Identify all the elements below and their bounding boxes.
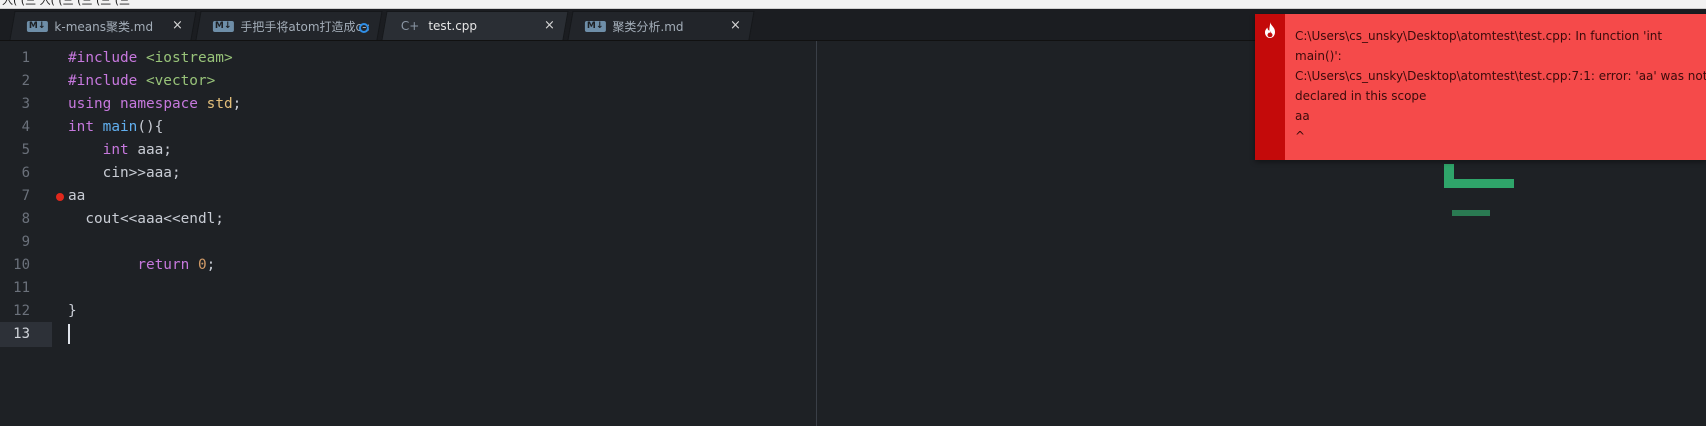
code-line[interactable]: #include <vector> [68,69,215,94]
markdown-icon: M↓ [212,20,234,32]
modified-indicator-icon[interactable] [358,23,369,33]
code-token: std [206,96,233,112]
minimap-block [1444,179,1514,188]
tab-atom-guide[interactable]: M↓ 手把手将atom打造成c-c... [195,11,383,40]
code-token: using [68,96,112,112]
code-token: main [102,119,138,135]
code-token: int [68,119,94,135]
code-line[interactable]: int aaa; [68,138,172,163]
tab-title: 聚类分析.md [612,19,684,34]
code-token: #include [68,50,138,66]
code-token: ; [232,96,242,112]
notification-line: declared in this scope [1295,89,1427,103]
notification-line: C:\Users\cs_unsky\Desktop\atomtest\test.… [1295,69,1706,83]
code-token: #include [68,73,138,89]
code-token: } [68,303,77,319]
code-token: <vector> [145,73,216,89]
notification-line: main()': [1295,49,1342,63]
close-icon[interactable]: × [730,18,741,33]
tab-title: 手把手将atom打造成c-c... [240,19,369,34]
code-token: cout<<aaa<<endl; [68,211,224,227]
code-token: cin>>aaa; [68,165,181,181]
tab-test-cpp[interactable]: C+ test.cpp × [381,11,569,40]
code-line[interactable]: cin>>aaa; [68,161,181,186]
minimap-block [1452,210,1490,216]
line-number[interactable]: 11 [0,276,30,301]
line-number[interactable]: 1 [0,46,30,71]
code-line[interactable]: } [68,299,77,324]
code-line[interactable]: using namespace std; [68,92,241,117]
notification-line: ^ [1295,129,1306,143]
code-token: return [137,257,190,273]
code-token: <iostream> [145,50,233,66]
code-token: aa [68,188,86,204]
cpp-file-icon: C+ [400,18,420,33]
close-icon[interactable]: × [544,18,555,33]
code-line[interactable]: #include <iostream> [68,46,233,71]
line-number[interactable]: 4 [0,115,30,140]
markdown-icon: M↓ [26,20,48,32]
code-token: ; [206,257,216,273]
menu-bar-stub: 入( (三 入( (三 (三 (三 (三 [2,0,131,7]
menu-bar: 入( (三 入( (三 (三 (三 (三 [0,0,1706,9]
wrap-guide [816,41,817,426]
tab-kmeans[interactable]: M↓ k-means聚类.md × [9,11,197,40]
line-number-gutter[interactable]: 1 2 3 4 5 6 7 8 9 10 11 12 13 [0,41,52,426]
flame-icon [1263,22,1277,38]
code-line[interactable]: aa [68,184,85,209]
line-number[interactable]: 13 [0,322,30,347]
error-marker-icon[interactable] [56,193,64,201]
tab-cluster-analysis[interactable]: M↓ 聚类分析.md × [567,11,755,40]
line-number[interactable]: 3 [0,92,30,117]
tab-title: test.cpp [428,19,478,33]
code-line[interactable]: cout<<aaa<<endl; [68,207,224,232]
notification-line: aa [1295,109,1310,123]
code-token: (){ [137,119,164,135]
line-number[interactable]: 7 [0,184,30,209]
code-token: int [102,142,129,158]
error-notification[interactable]: C:\Users\cs_unsky\Desktop\atomtest\test.… [1255,14,1706,160]
notification-message: C:\Users\cs_unsky\Desktop\atomtest\test.… [1295,26,1706,146]
notification-icon-strip [1255,14,1285,160]
close-icon[interactable]: × [172,18,183,33]
code-token: 0 [197,257,207,273]
code-token: namespace [120,96,198,112]
code-line[interactable]: int main(){ [68,115,163,140]
tab-title: k-means聚类.md [54,19,154,34]
line-number[interactable]: 2 [0,69,30,94]
text-cursor [68,324,70,344]
line-number[interactable]: 9 [0,230,30,255]
line-number[interactable]: 12 [0,299,30,324]
line-number[interactable]: 8 [0,207,30,232]
code-line[interactable]: return 0; [68,253,215,278]
notification-line: C:\Users\cs_unsky\Desktop\atomtest\test.… [1295,29,1663,43]
line-number[interactable]: 6 [0,161,30,186]
line-number[interactable]: 10 [0,253,30,278]
line-number[interactable]: 5 [0,138,30,163]
code-token: aaa; [128,142,172,158]
markdown-icon: M↓ [584,20,606,32]
